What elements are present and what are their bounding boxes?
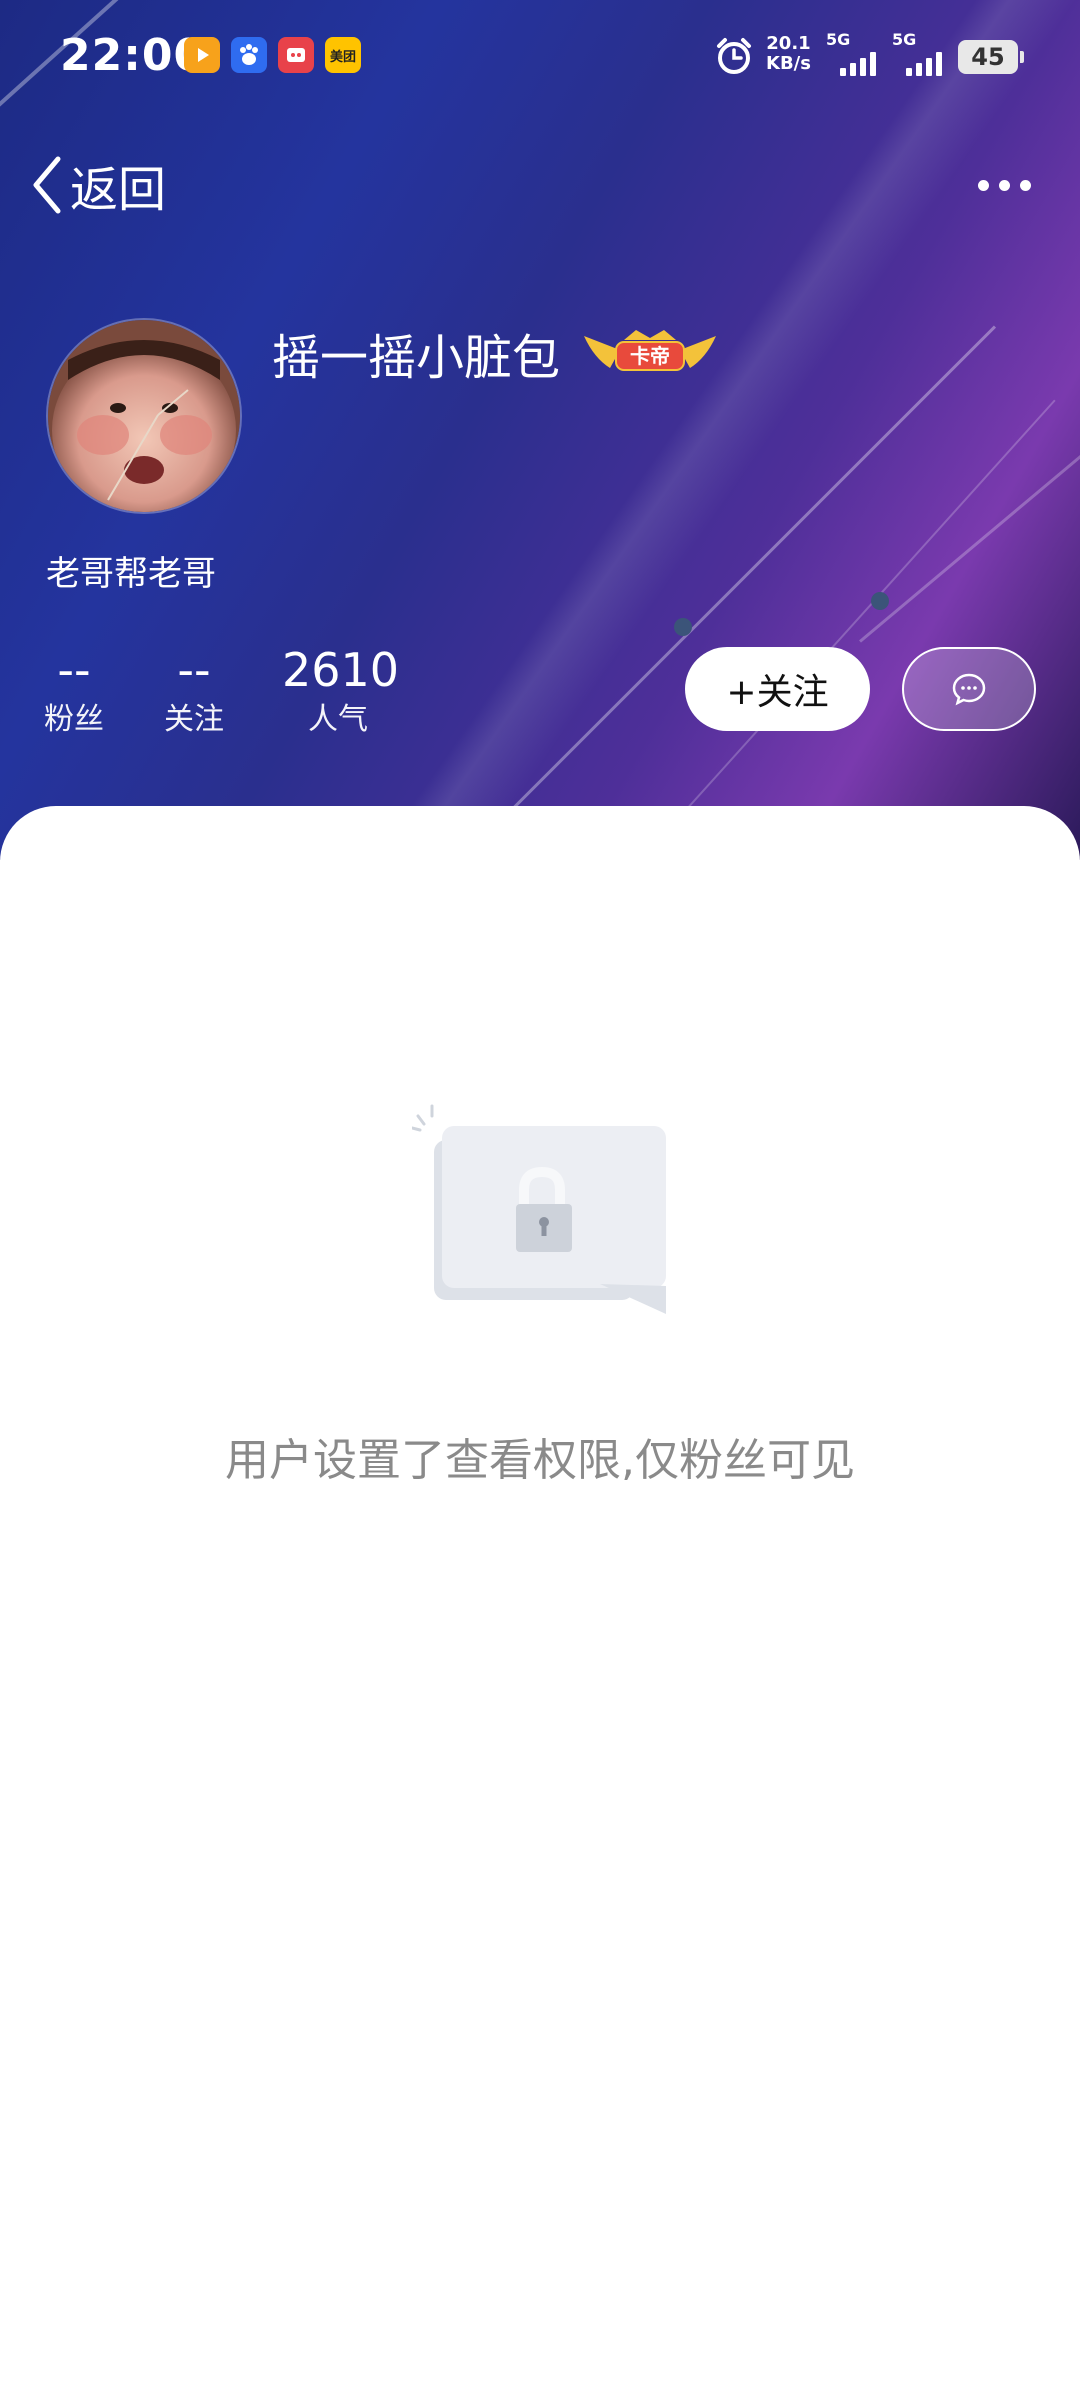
video-app-icon <box>184 37 220 73</box>
private-notice: 用户设置了查看权限,仅粉丝可见 <box>225 1435 855 1486</box>
back-button[interactable]: 返回 <box>30 150 166 220</box>
more-dot-icon <box>1020 179 1031 191</box>
chevron-left-icon <box>33 156 61 214</box>
game-app-icon <box>278 37 314 73</box>
net-speed-value: 20.1 <box>766 33 811 54</box>
username: 摇一摇小脏包 <box>272 330 561 386</box>
header-streak <box>498 325 997 823</box>
more-dot-icon <box>978 179 989 191</box>
stat-fans-value: -- <box>57 643 91 697</box>
avatar[interactable] <box>46 318 242 514</box>
profile-header: 22:00 美团 20.1 KB/s 5G 5G 45 返回 摇一摇小脏包 卡帝… <box>0 0 1080 860</box>
stat-fans[interactable]: -- 粉丝 <box>44 640 104 740</box>
header-streak <box>859 434 1080 643</box>
back-label: 返回 <box>70 162 167 218</box>
stat-following-value: -- <box>177 643 211 697</box>
header-dot <box>871 592 889 610</box>
status-bar: 22:00 美团 20.1 KB/s 5G 5G 45 <box>0 0 1080 110</box>
stat-popularity: 2610 人气 <box>282 640 400 740</box>
header-streak <box>639 399 1056 860</box>
net-speed-unit: KB/s <box>766 53 811 74</box>
baidu-app-icon <box>231 37 267 73</box>
stat-popularity-label: 人气 <box>308 702 368 737</box>
stat-following-label: 关注 <box>164 702 224 737</box>
level-badge: 卡帝 <box>580 328 720 374</box>
lock-icon <box>410 1104 666 1314</box>
signal-1: 5G <box>826 30 886 80</box>
signal-bars-icon <box>906 50 942 76</box>
stat-popularity-value: 2610 <box>282 643 400 697</box>
private-lock-illustration <box>410 1100 674 1318</box>
stat-following[interactable]: -- 关注 <box>164 640 224 740</box>
header-dot <box>674 618 692 636</box>
user-signature: 老哥帮老哥 <box>46 554 216 594</box>
more-options-button[interactable] <box>978 170 1038 200</box>
badge-label: 卡帝 <box>630 344 670 368</box>
more-dot-icon <box>999 179 1010 191</box>
profile-content <box>0 806 1080 2400</box>
chat-bubble-icon <box>952 673 986 706</box>
signal-1-label: 5G <box>826 30 851 49</box>
follow-button[interactable]: +关注 <box>685 647 870 731</box>
message-button[interactable] <box>902 647 1036 731</box>
net-speed: 20.1 KB/s <box>766 34 811 74</box>
alarm-icon <box>714 36 754 76</box>
battery-indicator: 45 <box>958 40 1024 74</box>
signal-bars-icon <box>840 50 876 76</box>
signal-2-label: 5G <box>892 30 917 49</box>
meituan-app-icon: 美团 <box>325 37 361 73</box>
signal-2: 5G <box>892 30 952 80</box>
stat-fans-label: 粉丝 <box>44 702 104 737</box>
